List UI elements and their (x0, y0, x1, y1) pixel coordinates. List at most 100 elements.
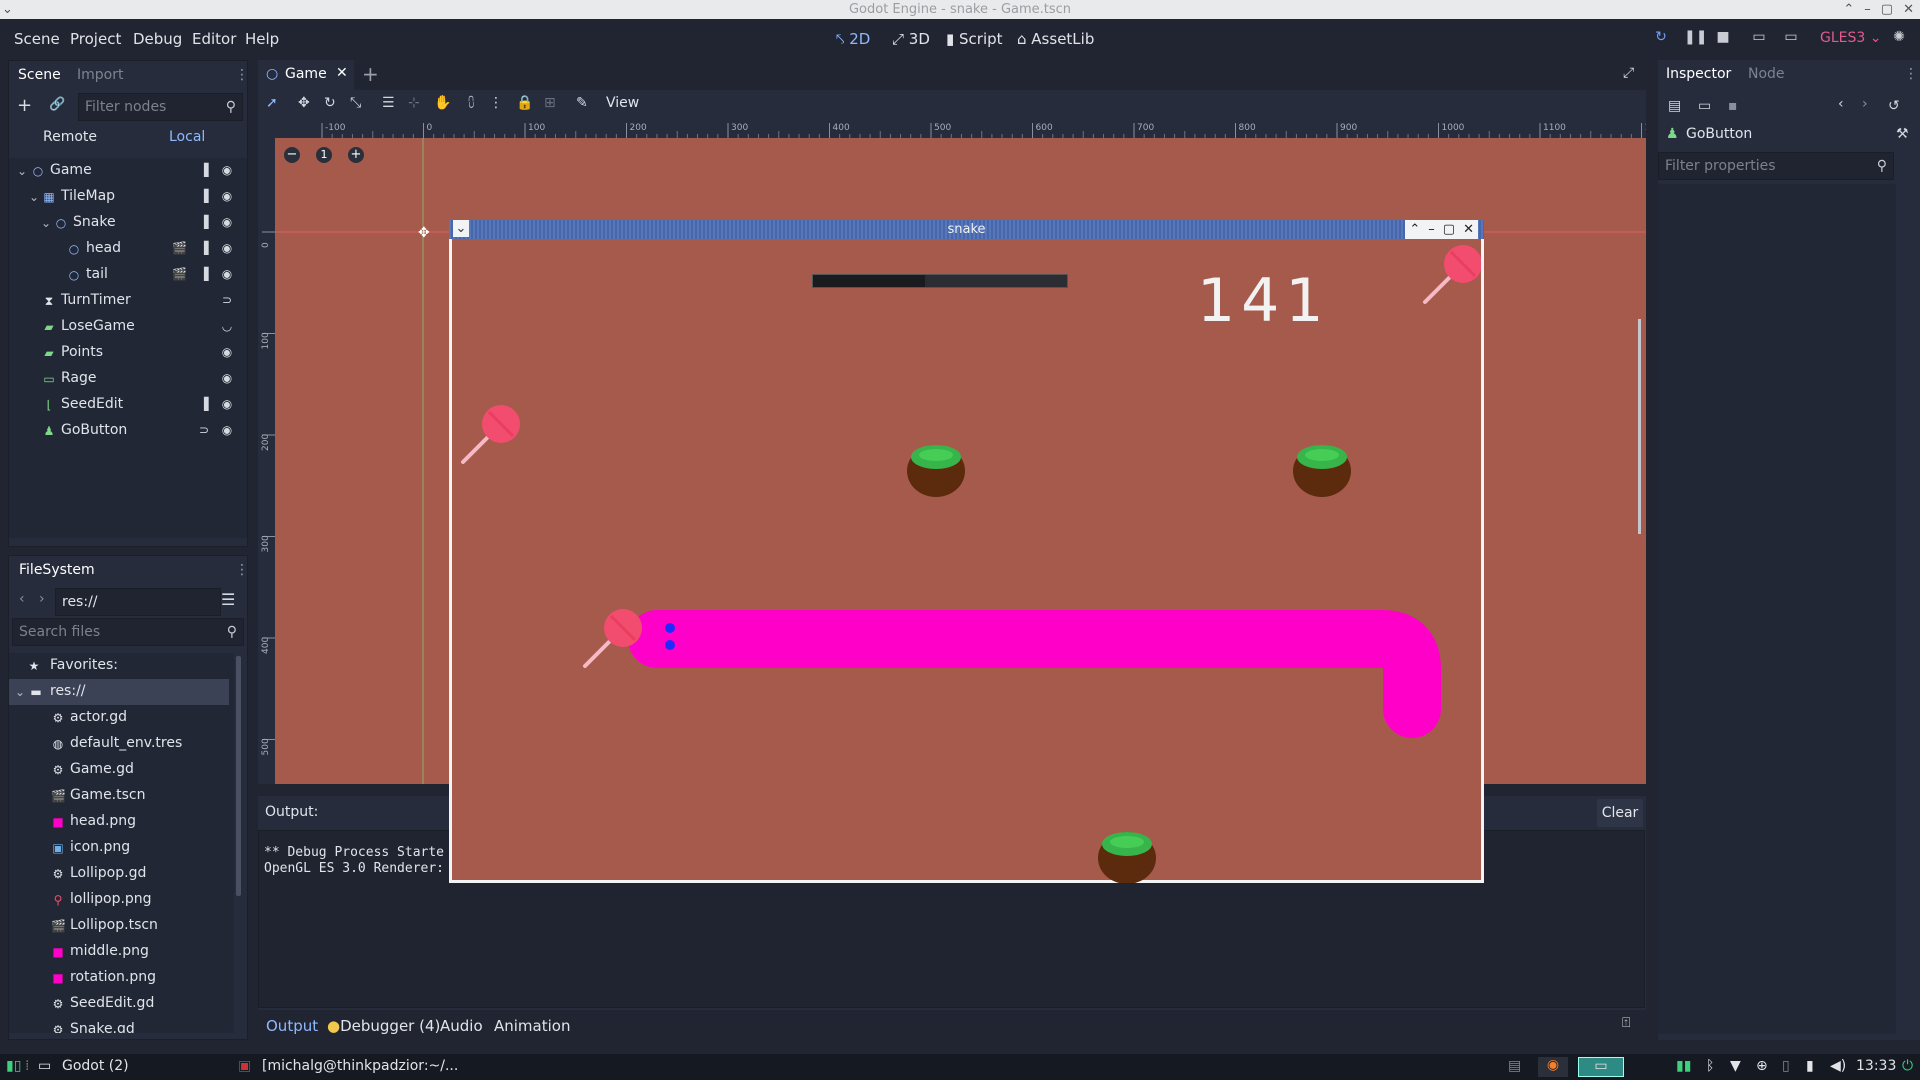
power-icon[interactable]: ⏻ (1902, 1058, 1913, 1074)
clear-button[interactable]: Clear (1597, 799, 1643, 827)
select-tool-icon[interactable]: ➚ (266, 95, 278, 111)
lock-icon[interactable]: 🔒 (516, 95, 533, 111)
window-menu-icon[interactable]: ⌄ (453, 220, 469, 237)
remote-toggle[interactable]: Remote (43, 129, 97, 145)
path-field[interactable]: res:// (55, 588, 221, 616)
load-resource-icon[interactable]: ▭ (1698, 98, 1711, 114)
signal-icon[interactable]: ⊃ (197, 423, 211, 437)
file-row[interactable]: ⚙ SeedEdit.gd (9, 991, 229, 1017)
tree-node-points[interactable]: ▰ Points ◉ (9, 340, 239, 366)
visibility-icon[interactable]: ◉ (220, 267, 234, 281)
menu-project[interactable]: Project (70, 30, 121, 48)
history-icon[interactable]: ↺ (1888, 98, 1900, 114)
local-toggle[interactable]: Local (169, 129, 205, 145)
firefox-icon[interactable]: ◉ (1538, 1057, 1568, 1077)
script-icon[interactable]: ▐ (197, 267, 211, 281)
wifi-icon[interactable]: ▼ (1730, 1058, 1741, 1074)
tree-node-losegame[interactable]: ▰ LoseGame ◡ (9, 314, 239, 340)
script-icon[interactable]: ▐ (197, 397, 211, 411)
bottom-tab-audio[interactable]: Audio (440, 1017, 483, 1035)
forward-icon[interactable]: › (39, 591, 45, 607)
add-node-icon[interactable]: + (17, 95, 32, 116)
pause-icon[interactable]: ❚❚ (1684, 29, 1707, 47)
keep-above-icon[interactable]: ⌃ (1409, 220, 1420, 239)
script-icon[interactable]: ▐ (197, 163, 211, 177)
rotate-tool-icon[interactable]: ↻ (324, 95, 336, 111)
visibility-icon[interactable]: ◉ (220, 189, 234, 203)
window-icon[interactable]: ▤ (1508, 1058, 1521, 1074)
taskbar-item-terminal[interactable]: [michalg@thinkpadzior:~/... (262, 1058, 458, 1074)
visibility-icon[interactable]: ◉ (220, 371, 234, 385)
tree-node-head[interactable]: ○ head 🎬 ▐ ◉ (9, 236, 239, 262)
tree-node-gobutton[interactable]: ♟ GoButton ⊃ ◉ (9, 418, 239, 444)
instance-icon[interactable]: 🎬 (172, 241, 187, 255)
menu-scene[interactable]: Scene (14, 30, 60, 48)
visibility-icon[interactable]: ◉ (220, 163, 234, 177)
scale-tool-icon[interactable]: ⤡ (350, 95, 361, 111)
minimize-icon[interactable]: – (1864, 0, 1871, 19)
tree-node-rage[interactable]: ▭ Rage ◉ (9, 366, 239, 392)
bone-icon[interactable]: ✎ (576, 95, 588, 111)
back-icon[interactable]: ‹ (19, 591, 25, 607)
distraction-free-icon[interactable]: ⤢ (1623, 65, 1634, 81)
game-window[interactable]: 141 (449, 220, 1484, 883)
updates-icon[interactable]: ⊕ (1756, 1058, 1768, 1074)
bottom-tab-output[interactable]: Output (266, 1017, 318, 1035)
search-files-input[interactable]: Search files ⚲ (12, 618, 244, 646)
collapse-arrow-icon[interactable]: ⌄ (15, 164, 29, 178)
new-tab-icon[interactable]: + (362, 62, 379, 86)
close-tab-icon[interactable]: ✕ (336, 65, 348, 81)
file-row[interactable]: ⚙ Game.gd (9, 757, 229, 783)
visibility-icon[interactable]: ◉ (220, 241, 234, 255)
pan-tool-icon[interactable]: ✋ (434, 95, 451, 111)
file-row[interactable]: 🎬 Game.tscn (9, 783, 229, 809)
workspace-2d[interactable]: ⤣ 2D (836, 30, 870, 48)
collapse-arrow-icon[interactable]: ⌄ (27, 190, 41, 204)
save-resource-icon[interactable]: ▪ (1728, 98, 1738, 114)
battery-icon[interactable]: ▮ (1806, 1058, 1814, 1074)
view-menu[interactable]: View (606, 95, 639, 111)
tab-game[interactable]: ○ Game ✕ (258, 60, 354, 90)
keep-above-icon[interactable]: ⌃ (1843, 0, 1854, 19)
tree-node-tilemap[interactable]: ⌄ ▦ TileMap ▐ ◉ (9, 184, 239, 210)
tree-node-turntimer[interactable]: ⧗ TurnTimer ⊃ (9, 288, 239, 314)
list-view-icon[interactable]: ☰ (221, 590, 235, 609)
filter-nodes-input[interactable]: Filter nodes ⚲ (78, 93, 243, 121)
workspace-script[interactable]: ▮ Script (946, 30, 1003, 48)
viewport-scrollbar[interactable] (1638, 319, 1641, 534)
visibility-icon[interactable]: ◉ (220, 423, 234, 437)
tree-node-tail[interactable]: ○ tail 🎬 ▐ ◉ (9, 262, 239, 288)
visibility-icon[interactable]: ◉ (220, 345, 234, 359)
dock-menu-icon[interactable]: ⋮ (235, 562, 249, 578)
stop-icon[interactable]: ■ (1714, 29, 1732, 47)
apps-menu-icon[interactable]: ▮▯ (6, 1058, 21, 1074)
tree-node-snake[interactable]: ⌄ ○ Snake ▐ ◉ (9, 210, 239, 236)
menu-editor[interactable]: Editor (192, 30, 236, 48)
new-resource-icon[interactable]: ▤ (1668, 98, 1681, 114)
close-icon[interactable]: ✕ (1903, 0, 1914, 19)
clipboard-icon[interactable]: ▯ (1782, 1058, 1790, 1074)
zoom-reset-icon[interactable]: 1 (316, 147, 332, 163)
bluetooth-icon[interactable]: ᛒ (1706, 1058, 1714, 1074)
move-tool-icon[interactable]: ✥ (298, 95, 310, 111)
favorites-row[interactable]: ★ Favorites: (9, 653, 229, 679)
object-properties-icon[interactable]: ⚒ (1896, 126, 1909, 142)
history-forward-icon[interactable]: › (1862, 96, 1868, 112)
snap-icon[interactable]: ⩇ (468, 95, 474, 111)
file-row[interactable]: ■ head.png (9, 809, 229, 835)
scrollbar[interactable] (236, 656, 241, 896)
instance-icon[interactable]: 🎬 (172, 267, 187, 281)
file-row[interactable]: ■ middle.png (9, 939, 229, 965)
expand-panel-icon[interactable]: ⍐ (1622, 1015, 1630, 1031)
file-row[interactable]: ⚙ Snake.gd (9, 1017, 229, 1033)
file-row[interactable]: 🎬 Lollipop.tscn (9, 913, 229, 939)
zoom-in-icon[interactable]: + (348, 147, 364, 163)
tab-node[interactable]: Node (1748, 66, 1785, 82)
hidden-icon[interactable]: ◡ (220, 319, 234, 333)
maximize-icon[interactable]: ▢ (1881, 0, 1893, 19)
list-select-icon[interactable]: ☰ (382, 95, 395, 111)
file-row[interactable]: ⚙ actor.gd (9, 705, 229, 731)
history-back-icon[interactable]: ‹ (1838, 96, 1844, 112)
visibility-icon[interactable]: ◉ (220, 215, 234, 229)
dock-menu-icon[interactable]: ⋮ (235, 67, 249, 83)
